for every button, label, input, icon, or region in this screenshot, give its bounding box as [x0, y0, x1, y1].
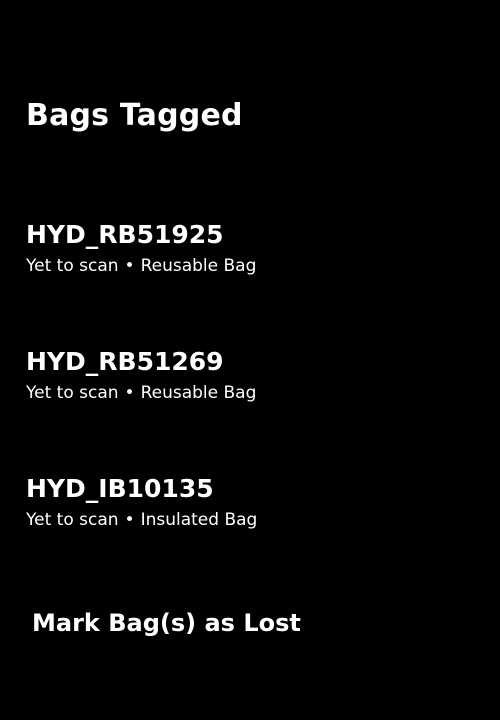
bag-scan-status: Yet to scan — [26, 383, 119, 403]
bag-type: Reusable Bag — [140, 256, 257, 276]
bag-list-item[interactable]: HYD_RB51925 Yet to scan • Reusable Bag — [26, 219, 476, 346]
bags-tagged-screen: Bags Tagged HYD_RB51925 Yet to scan • Reus… — [0, 0, 500, 720]
bag-type: Insulated Bag — [140, 510, 258, 530]
page-title: Bags Tagged — [26, 98, 243, 133]
bag-id: HYD_RB51925 — [26, 220, 224, 249]
bag-meta: Yet to scan • Reusable Bag — [26, 382, 476, 404]
bag-list: HYD_RB51925 Yet to scan • Reusable Bag HYD… — [26, 219, 476, 600]
bag-id: HYD_RB51269 — [26, 347, 224, 376]
mark-bags-lost-button[interactable]: Mark Bag(s) as Lost — [32, 609, 301, 637]
bag-list-item[interactable]: HYD_RB51269 Yet to scan • Reusable Bag — [26, 346, 476, 473]
separator-dot: • — [124, 510, 135, 530]
bag-id: HYD_IB10135 — [26, 474, 214, 503]
bag-scan-status: Yet to scan — [26, 510, 119, 530]
bag-type: Reusable Bag — [140, 383, 257, 403]
separator-dot: • — [124, 256, 135, 276]
bag-meta: Yet to scan • Reusable Bag — [26, 255, 476, 277]
bag-list-item[interactable]: HYD_IB10135 Yet to scan • Insulated Bag — [26, 473, 476, 600]
separator-dot: • — [124, 383, 135, 403]
bag-scan-status: Yet to scan — [26, 256, 119, 276]
bag-meta: Yet to scan • Insulated Bag — [26, 509, 476, 531]
